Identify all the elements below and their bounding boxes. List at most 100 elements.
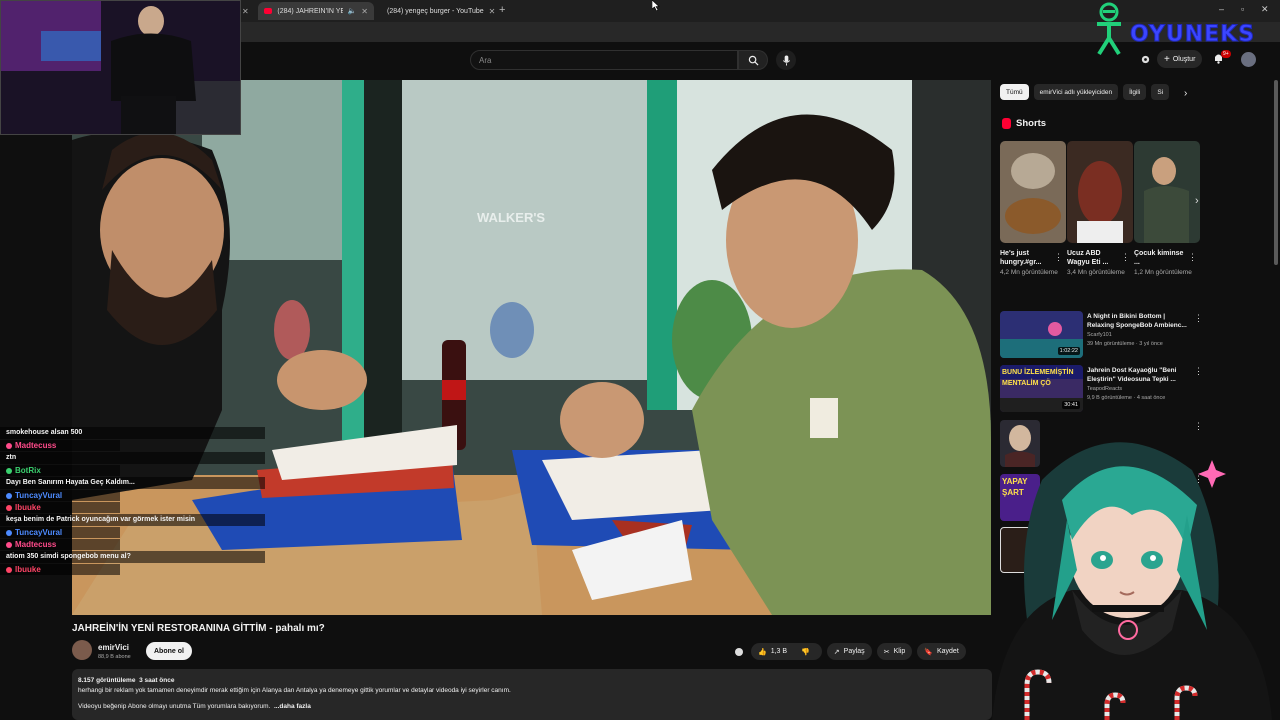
video-actions: 👍 1,3 B 👎 ↗ Paylaş ✂ Klip 🔖 Kaydet bbox=[751, 643, 966, 660]
chat-username-label: TuncayVural bbox=[15, 528, 63, 537]
video-meta: 39 Mn görüntüleme · 3 yıl önce bbox=[1087, 341, 1163, 347]
search-icon bbox=[748, 55, 759, 66]
chip-related[interactable]: İlgili bbox=[1123, 84, 1147, 100]
shorts-title: Shorts bbox=[1016, 118, 1047, 129]
video-title: A Night in Bikini Bottom | Relaxing Spon… bbox=[1087, 313, 1187, 329]
subscriber-count: 88,9 B abone bbox=[98, 654, 131, 660]
chat-username-label: lbuuke bbox=[15, 503, 41, 512]
thumbs-down-icon[interactable]: 👎 bbox=[801, 648, 810, 656]
chevron-right-icon[interactable]: › bbox=[1184, 88, 1187, 99]
more-options-icon[interactable]: ⋮ bbox=[1194, 313, 1203, 324]
chip-from-uploader[interactable]: emirVici adlı yükleyiciden bbox=[1033, 84, 1119, 100]
chat-username: TuncayVural bbox=[0, 490, 120, 501]
bookmark-icon: 🔖 bbox=[924, 648, 933, 656]
show-more-link[interactable]: ...daha fazla bbox=[274, 703, 311, 710]
new-tab-button[interactable]: + bbox=[499, 4, 505, 16]
webcam-frame bbox=[1, 1, 240, 134]
create-label: Oluştur bbox=[1172, 55, 1196, 63]
browser-tab[interactable]: (284) yengeç burger - YouTube ✕ bbox=[376, 2, 496, 20]
speaker-icon[interactable]: 🔈 bbox=[348, 7, 357, 15]
youtube-favicon-icon bbox=[264, 8, 273, 14]
close-tab-icon[interactable]: ✕ bbox=[242, 2, 256, 20]
chat-username-label: Madtecuss bbox=[15, 540, 57, 549]
search-input[interactable]: Ara bbox=[470, 50, 738, 70]
chat-username: Madtecuss bbox=[0, 440, 120, 451]
chat-username: TuncayVural bbox=[0, 527, 120, 538]
thumbnail-text: BUNU İZLEMEMİŞTİN MENTALİM ÇÖ bbox=[1002, 369, 1074, 387]
clip-label: Klip bbox=[893, 648, 906, 655]
chat-message: keşa benim de Patrick oyuncağım var görm… bbox=[0, 514, 265, 526]
vtuber-avatar bbox=[992, 442, 1272, 720]
view-count: 8.157 görüntüleme bbox=[78, 677, 136, 684]
save-button[interactable]: 🔖 Kaydet bbox=[917, 643, 966, 660]
video-thumbnail[interactable]: 1:02:22 bbox=[1000, 311, 1083, 358]
more-options-icon[interactable]: ⋮ bbox=[1054, 252, 1063, 263]
share-button[interactable]: ↗ Paylaş bbox=[826, 643, 872, 660]
channel-name: TeapodReacts bbox=[1087, 386, 1123, 392]
chat-username: Madtecuss bbox=[0, 539, 120, 550]
hype-icon[interactable] bbox=[734, 647, 744, 657]
user-badge-icon bbox=[6, 541, 12, 548]
close-tab-icon[interactable]: ✕ bbox=[361, 7, 368, 16]
recommended-video[interactable]: 1:02:22 A Night in Bikini Bottom | Relax… bbox=[1000, 311, 1205, 359]
tab-title: (284) JAHREIN'İN YENİ RES bbox=[277, 7, 342, 15]
microphone-icon bbox=[782, 54, 790, 66]
chat-message: atiom 350 simdi spongebob menu al? bbox=[0, 551, 265, 563]
vtuber-avatar-overlay bbox=[972, 400, 1280, 720]
stream-chat-overlay: smokehouse alsan 500 Madtecuss ztn BotRi… bbox=[0, 427, 265, 576]
short-thumbnail[interactable] bbox=[1134, 141, 1200, 243]
search-button[interactable] bbox=[738, 50, 768, 70]
chip-all[interactable]: Tümü bbox=[1000, 84, 1029, 100]
more-options-icon[interactable]: ⋮ bbox=[1194, 366, 1203, 377]
user-badge-icon bbox=[6, 504, 12, 511]
mouse-cursor-icon bbox=[652, 0, 660, 11]
chat-message: Dayı Ben Sanırım Hayata Geç Kaldım... bbox=[0, 477, 265, 489]
subscribe-button[interactable]: Abone ol bbox=[146, 642, 192, 660]
description-line: herhangi bir reklam yok tamamen deneyimd… bbox=[78, 687, 511, 694]
clip-button[interactable]: ✂ Klip bbox=[876, 643, 913, 660]
chat-username-label: lbuuke bbox=[15, 565, 41, 574]
gamer-figure-icon bbox=[1097, 2, 1121, 56]
user-badge-icon bbox=[6, 566, 12, 573]
chat-message: smokehouse alsan 500 bbox=[0, 427, 265, 439]
voice-search-button[interactable] bbox=[776, 50, 796, 70]
short-title: He's just hungry.#gr... bbox=[1000, 250, 1042, 266]
chat-username-label: BotRix bbox=[15, 466, 41, 475]
thumbs-up-icon: 👍 bbox=[758, 648, 767, 656]
chat-username-label: TuncayVural bbox=[15, 491, 63, 500]
chat-username-label: Madtecuss bbox=[15, 441, 57, 450]
channel-name: Scarfy101 bbox=[1087, 332, 1112, 338]
close-tab-icon[interactable]: ✕ bbox=[489, 7, 496, 16]
short-views: 4,2 Mn görüntüleme bbox=[1000, 269, 1058, 276]
more-options-icon[interactable]: ⋮ bbox=[1188, 252, 1197, 263]
upload-age: 3 saat önce bbox=[139, 677, 175, 684]
short-views: 3,4 Mn görüntüleme bbox=[1067, 269, 1125, 276]
filter-chips: Tümü emirVici adlı yükleyiciden İlgili S… bbox=[1000, 84, 1170, 100]
short-thumbnail[interactable] bbox=[1067, 141, 1133, 243]
close-window-button[interactable]: ✕ bbox=[1261, 4, 1269, 15]
stream-logo: OYUNEKS bbox=[1090, 2, 1255, 56]
like-button[interactable]: 👍 1,3 B 👎 bbox=[751, 643, 822, 660]
short-thumbnail[interactable] bbox=[1000, 141, 1066, 243]
chip-more[interactable]: Si bbox=[1151, 84, 1170, 100]
shorts-next-icon[interactable]: › bbox=[1195, 195, 1199, 207]
streamer-webcam bbox=[0, 0, 241, 135]
share-label: Paylaş bbox=[843, 648, 865, 655]
screen: (284) JAHREIN'İN YENİ RES 🔈 ✕ (284) yeng… bbox=[0, 0, 1280, 720]
video-duration: 1:02:22 bbox=[1057, 347, 1080, 355]
channel-avatar[interactable] bbox=[72, 640, 92, 660]
short-views: 1,2 Mn görüntüleme bbox=[1134, 269, 1192, 276]
user-badge-icon bbox=[6, 442, 12, 449]
channel-name[interactable]: emirVici bbox=[98, 643, 129, 652]
user-badge-icon bbox=[6, 529, 12, 536]
save-label: Kaydet bbox=[936, 648, 959, 655]
description-line: Videoyu beğenip Abone olmayı unutma Tüm … bbox=[78, 703, 271, 710]
shorts-header: Shorts bbox=[1002, 118, 1046, 129]
share-arrow-icon: ↗ bbox=[833, 648, 840, 656]
more-options-icon[interactable]: ⋮ bbox=[1121, 252, 1130, 263]
sidebar-scrollbar[interactable] bbox=[1274, 80, 1278, 265]
short-title: Ucuz ABD Wagyu Eti ... bbox=[1067, 250, 1109, 266]
video-description[interactable]: 8.157 görüntüleme 3 saat önce herhangi b… bbox=[72, 669, 992, 720]
like-count: 1,3 B bbox=[770, 648, 788, 655]
browser-tab-active[interactable]: (284) JAHREIN'İN YENİ RES 🔈 ✕ bbox=[258, 2, 374, 20]
